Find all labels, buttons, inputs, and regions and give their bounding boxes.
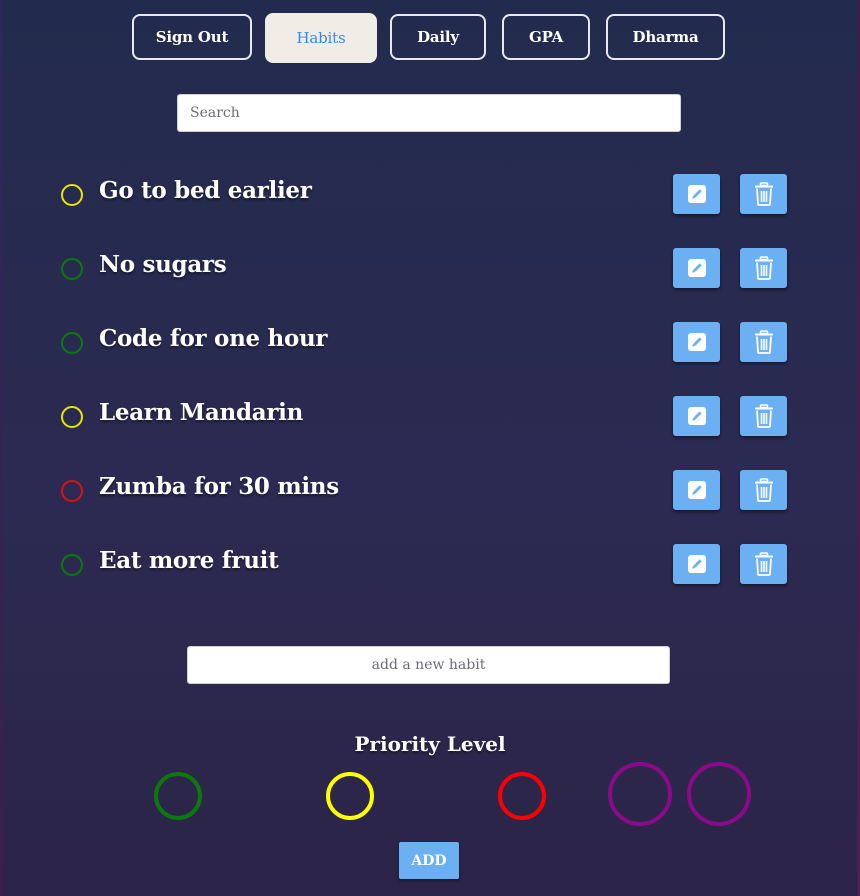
habit-row: No sugars [0, 248, 860, 290]
trash-icon [754, 256, 774, 280]
trash-icon [754, 404, 774, 428]
trash-icon [754, 552, 774, 576]
left-border [0, 0, 3, 896]
priority-dot-icon[interactable] [61, 184, 83, 206]
edit-icon [687, 184, 707, 204]
habit-label: Go to bed earlier [99, 177, 312, 204]
edit-icon [687, 258, 707, 278]
habit-label: Eat more fruit [99, 547, 279, 574]
tab-habits[interactable]: Habits [265, 13, 377, 63]
habit-label: Learn Mandarin [99, 399, 304, 426]
add-habit-button[interactable]: ADD [399, 842, 459, 879]
habit-row: Code for one hour [0, 322, 860, 364]
delete-habit-button[interactable] [740, 396, 787, 436]
priority-dot-icon[interactable] [61, 406, 83, 428]
priority-dot-icon[interactable] [61, 480, 83, 502]
delete-habit-button[interactable] [740, 174, 787, 214]
edit-icon [687, 406, 707, 426]
trash-icon [754, 182, 774, 206]
delete-habit-button[interactable] [740, 248, 787, 288]
edit-habit-button[interactable] [673, 322, 720, 362]
edit-habit-button[interactable] [673, 544, 720, 584]
search-input[interactable]: Search [177, 94, 681, 132]
priority-dot-icon[interactable] [61, 554, 83, 576]
priority-option-yellow[interactable] [326, 772, 374, 820]
priority-dot-icon[interactable] [61, 258, 83, 280]
habit-row: Eat more fruit [0, 544, 860, 586]
habit-row: Go to bed earlier [0, 174, 860, 216]
habit-row: Learn Mandarin [0, 396, 860, 438]
sign-out-button[interactable]: Sign Out [132, 14, 252, 60]
edit-habit-button[interactable] [673, 248, 720, 288]
priority-option-purple-2[interactable] [687, 762, 751, 826]
priority-level-title: Priority Level [354, 732, 506, 756]
priority-option-purple-1[interactable] [608, 762, 672, 826]
top-nav: Sign Out Habits Daily GPA Dharma [0, 13, 860, 64]
edit-icon [687, 554, 707, 574]
trash-icon [754, 478, 774, 502]
edit-icon [687, 332, 707, 352]
tab-daily[interactable]: Daily [390, 14, 486, 60]
tab-gpa[interactable]: GPA [502, 14, 590, 60]
delete-habit-button[interactable] [740, 470, 787, 510]
priority-dot-icon[interactable] [61, 332, 83, 354]
new-habit-input[interactable]: add a new habit [187, 646, 670, 684]
tab-dharma[interactable]: Dharma [606, 14, 725, 60]
edit-habit-button[interactable] [673, 174, 720, 214]
habit-row: Zumba for 30 mins [0, 470, 860, 512]
trash-icon [754, 330, 774, 354]
habit-label: Zumba for 30 mins [99, 473, 339, 500]
edit-habit-button[interactable] [673, 470, 720, 510]
edit-icon [687, 480, 707, 500]
delete-habit-button[interactable] [740, 544, 787, 584]
priority-option-red[interactable] [498, 772, 546, 820]
priority-option-green[interactable] [154, 772, 202, 820]
habit-label: No sugars [99, 251, 227, 278]
habit-label: Code for one hour [99, 325, 328, 352]
delete-habit-button[interactable] [740, 322, 787, 362]
edit-habit-button[interactable] [673, 396, 720, 436]
